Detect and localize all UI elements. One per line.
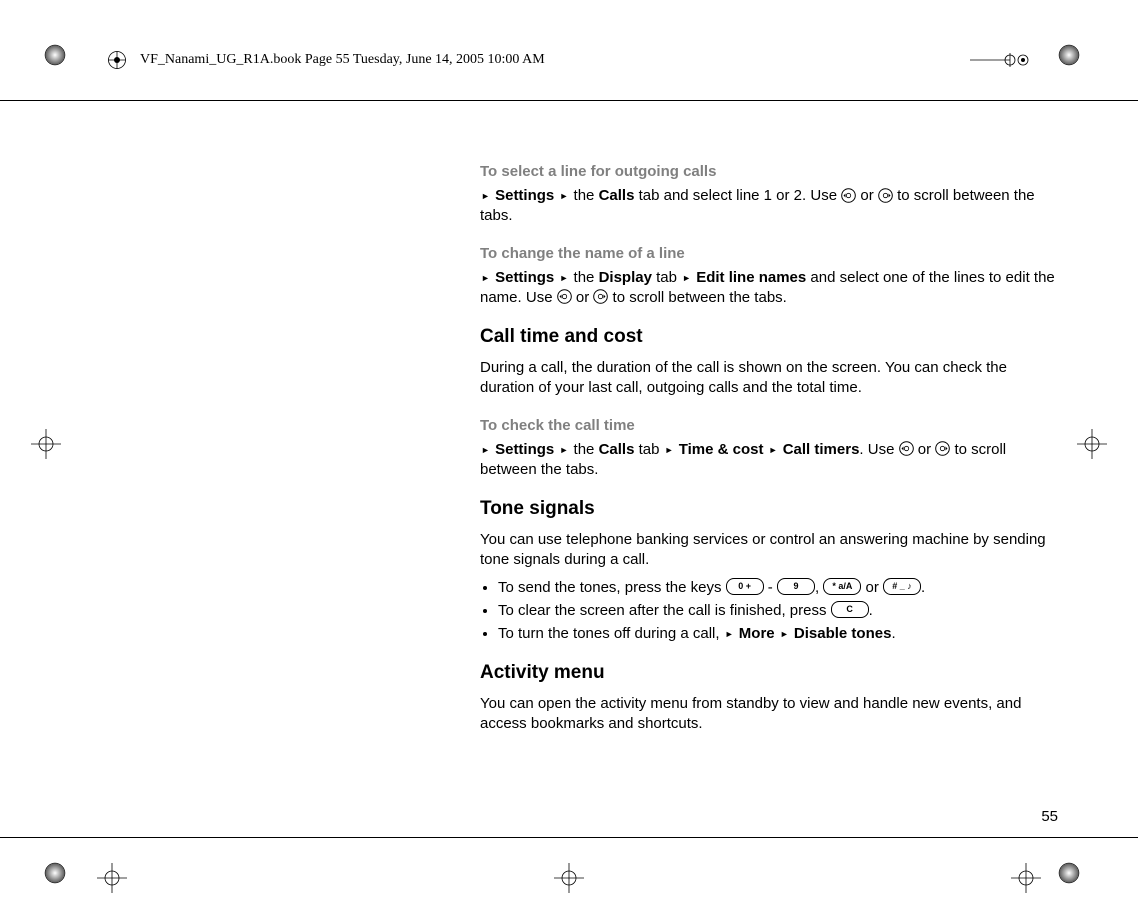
nav-arrow-icon: ► [559, 190, 568, 202]
paragraph: You can open the activity menu from stan… [480, 694, 1060, 735]
crop-rule-top [0, 100, 1138, 101]
subheading-check-call-time: To check the call time [480, 417, 1060, 434]
dpad-right-icon [593, 289, 608, 304]
bullet-list: To send the tones, press the keys 0 + - … [480, 577, 1060, 644]
list-item: To clear the screen after the call is fi… [498, 600, 1060, 621]
nav-arrow-icon: ► [481, 272, 490, 284]
text: or [914, 441, 936, 458]
text: or [572, 289, 594, 306]
label-more: More [739, 625, 775, 642]
text: tab [634, 441, 663, 458]
text: the [569, 441, 598, 458]
paragraph: During a call, the duration of the call … [480, 358, 1060, 399]
text: . [891, 625, 895, 642]
list-item: To send the tones, press the keys 0 + - … [498, 577, 1060, 598]
key-hash-icon: # _ ♪ [883, 578, 921, 595]
text: or [856, 187, 878, 204]
text: to scroll between the tabs. [608, 289, 786, 306]
text: the [569, 187, 598, 204]
dpad-right-icon [878, 188, 893, 203]
label-disable-tones: Disable tones [794, 625, 892, 642]
book-mark-icon [108, 51, 126, 69]
label-edit-line-names: Edit line names [696, 269, 806, 286]
text: . [869, 602, 873, 619]
paragraph: ► Settings ► the Calls tab and select li… [480, 186, 1060, 227]
subheading-change-name: To change the name of a line [480, 245, 1060, 262]
crop-cross-icon [1006, 858, 1046, 898]
label-time-cost: Time & cost [679, 441, 764, 458]
paragraph: ► Settings ► the Display tab ► Edit line… [480, 268, 1060, 309]
subheading-select-line: To select a line for outgoing calls [480, 163, 1060, 180]
nav-arrow-icon: ► [682, 272, 691, 284]
header-filename: VF_Nanami_UG_R1A.book Page 55 Tuesday, J… [140, 52, 545, 68]
paragraph: You can use telephone banking services o… [480, 530, 1060, 571]
crop-cross-icon [1072, 424, 1112, 464]
label-display: Display [599, 269, 652, 286]
nav-arrow-icon: ► [665, 444, 674, 456]
nav-arrow-icon: ► [481, 190, 490, 202]
text: To clear the screen after the call is fi… [498, 602, 831, 619]
heading-activity-menu: Activity menu [480, 662, 1060, 684]
key-nine-icon: 9 [777, 578, 815, 595]
crop-cross-icon [26, 424, 66, 464]
text: or [861, 579, 883, 596]
key-zero-icon: 0 + [726, 578, 764, 595]
text: the [569, 269, 598, 286]
list-item: To turn the tones off during a call, ► M… [498, 623, 1060, 644]
label-settings: Settings [495, 441, 554, 458]
text: To turn the tones off during a call, [498, 625, 724, 642]
key-star-icon: * a/A [823, 578, 861, 595]
crop-cross-icon [549, 858, 589, 898]
text: To send the tones, press the keys [498, 579, 726, 596]
dpad-left-icon [899, 441, 914, 456]
label-settings: Settings [495, 187, 554, 204]
crop-rule-bottom [0, 837, 1138, 838]
dpad-right-icon [935, 441, 950, 456]
text: . Use [859, 441, 898, 458]
nav-arrow-icon: ► [559, 272, 568, 284]
text: , [815, 579, 823, 596]
label-settings: Settings [495, 269, 554, 286]
label-calls: Calls [599, 441, 635, 458]
heading-call-time-cost: Call time and cost [480, 326, 1060, 348]
key-c-icon: C [831, 601, 869, 618]
crop-mark-icon [42, 860, 82, 900]
dpad-left-icon [841, 188, 856, 203]
nav-arrow-icon: ► [725, 628, 734, 641]
label-calls: Calls [599, 187, 635, 204]
text: - [764, 579, 777, 596]
header-bar: VF_Nanami_UG_R1A.book Page 55 Tuesday, J… [108, 46, 1030, 74]
nav-arrow-icon: ► [559, 444, 568, 456]
paragraph: ► Settings ► the Calls tab ► Time & cost… [480, 440, 1060, 481]
crop-mark-icon [1056, 860, 1096, 900]
header-right-mark-icon [970, 51, 1030, 69]
label-call-timers: Call timers [783, 441, 860, 458]
nav-arrow-icon: ► [780, 628, 789, 641]
text: tab [652, 269, 681, 286]
crop-cross-icon [92, 858, 132, 898]
page: VF_Nanami_UG_R1A.book Page 55 Tuesday, J… [0, 0, 1138, 920]
page-number: 55 [1041, 808, 1058, 825]
heading-tone-signals: Tone signals [480, 498, 1060, 520]
crop-mark-icon [42, 42, 82, 82]
text: tab and select line 1 or 2. Use [634, 187, 841, 204]
content-area: To select a line for outgoing calls ► Se… [480, 145, 1060, 740]
nav-arrow-icon: ► [769, 444, 778, 456]
nav-arrow-icon: ► [481, 444, 490, 456]
crop-mark-icon [1056, 42, 1096, 82]
dpad-left-icon [557, 289, 572, 304]
text: . [921, 579, 925, 596]
